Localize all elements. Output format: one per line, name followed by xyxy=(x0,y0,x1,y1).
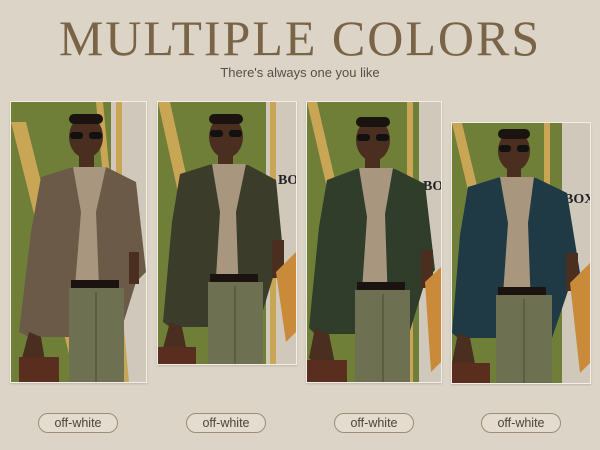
model-photo-2: BO xyxy=(158,102,296,364)
variant-photo-3[interactable]: BO xyxy=(306,101,442,383)
page-subtitle: There's always one you like xyxy=(220,65,380,80)
model-photo-1 xyxy=(11,102,146,382)
model-photo-3: BO xyxy=(307,102,441,382)
variant-photo-1[interactable] xyxy=(10,101,147,383)
svg-text:BO: BO xyxy=(278,173,296,188)
variant-label-4[interactable]: off-white xyxy=(481,413,561,433)
variant-photo-4[interactable]: BOX xyxy=(451,122,591,384)
model-photo-4: BOX xyxy=(452,123,590,383)
variant-label-1[interactable]: off-white xyxy=(38,413,118,433)
variant-label-3[interactable]: off-white xyxy=(334,413,414,433)
variant-photo-2[interactable]: BO xyxy=(157,101,297,365)
variant-label-2[interactable]: off-white xyxy=(186,413,266,433)
page-title: MULTIPLE COLORS xyxy=(58,10,542,66)
